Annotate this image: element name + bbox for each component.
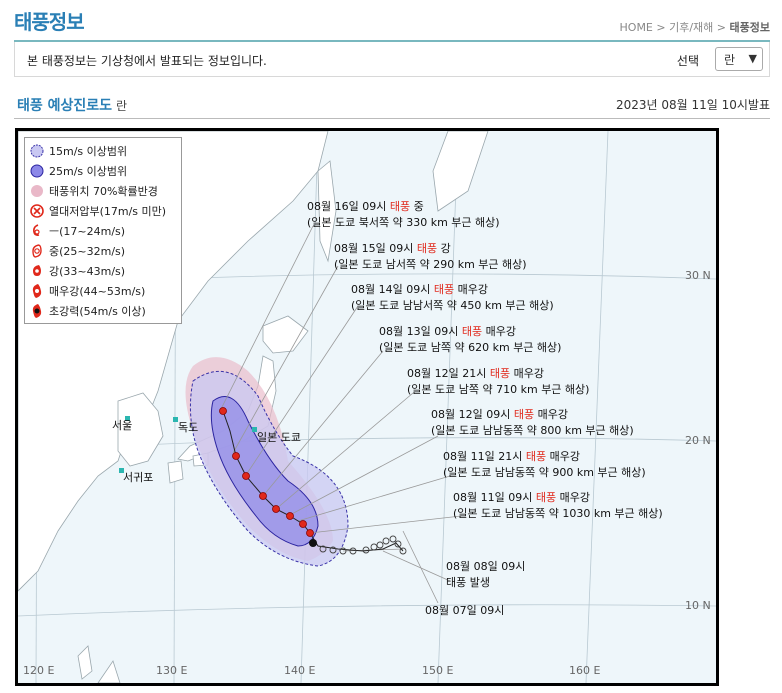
past-label-0807: 08월 07일 09시 bbox=[425, 604, 505, 617]
legend-label: 25m/s 이상범위 bbox=[49, 165, 128, 178]
breadcrumb: HOME > 기후/재해 > 태풍정보 bbox=[619, 21, 770, 34]
typhoon-very-strong-icon bbox=[32, 284, 42, 298]
typhoon-strong-icon bbox=[33, 265, 41, 276]
forecast-label-0813: 08월 13일 09시 태풍 매우강 (일본 도쿄 남쪽 약 620 km 부근… bbox=[379, 325, 562, 354]
legend-item-strong: 강(33~43m/s) bbox=[25, 261, 181, 281]
lon-label-120e: 120 E bbox=[23, 664, 55, 677]
circle-blue-icon bbox=[30, 164, 44, 178]
forecast-label-081121: 08월 11일 21시 태풍 매우강 (일본 도쿄 남남동쪽 약 900 km … bbox=[443, 450, 646, 479]
forecast-label-0814: 08월 14일 09시 태풍 매우강 (일본 도쿄 남남서쪽 약 450 km … bbox=[351, 283, 554, 312]
legend: 15m/s 이상범위 25m/s 이상범위 태풍위치 70%확률반경 열대저압부… bbox=[24, 137, 182, 324]
city-dokdo: 독도 bbox=[178, 421, 199, 434]
legend-label: 열대저압부(17m/s 미만) bbox=[49, 205, 167, 218]
circle-light-blue-icon bbox=[30, 144, 44, 158]
legend-label: 매우강(44~53m/s) bbox=[49, 285, 146, 298]
notice-box: 본 태풍정보는 기상청에서 발표되는 정보입니다. 선택 란 ▼ bbox=[14, 42, 770, 77]
legend-label: 중(25~32m/s) bbox=[49, 245, 126, 258]
forecast-label-081209: 08월 12일 09시 태풍 매우강 (일본 도쿄 남남동쪽 약 800 km … bbox=[431, 408, 634, 437]
city-seogwipo: 서귀포 bbox=[123, 471, 154, 484]
marker-081121 bbox=[299, 520, 307, 528]
notice-text: 본 태풍정보는 기상청에서 발표되는 정보입니다. bbox=[27, 54, 267, 68]
section-title: 태풍 예상진로도 란 bbox=[17, 95, 127, 115]
breadcrumb-climate[interactable]: 기후/재해 bbox=[669, 21, 713, 34]
typhoon-select-value: 란 bbox=[724, 53, 736, 67]
lat-label-30n: 30 N bbox=[685, 269, 711, 282]
past-label-0808: 08월 08일 09시 태풍 발생 bbox=[446, 560, 526, 589]
forecast-label-0816: 08월 16일 09시 태풍 중 (일본 도쿄 북서쪽 약 330 km 부근 … bbox=[307, 200, 500, 229]
legend-item-25ms: 25m/s 이상범위 bbox=[25, 161, 181, 181]
legend-label: 15m/s 이상범위 bbox=[49, 145, 128, 158]
lat-label-20n: 20 N bbox=[685, 434, 711, 447]
lon-label-140e: 140 E bbox=[284, 664, 316, 677]
typhoon-medium-icon bbox=[32, 244, 42, 258]
forecast-label-081109: 08월 11일 09시 태풍 매우강 (일본 도쿄 남남동쪽 약 1030 km… bbox=[453, 491, 663, 520]
legend-item-prob70: 태풍위치 70%확률반경 bbox=[25, 181, 181, 201]
marker-081109 bbox=[306, 529, 314, 537]
legend-label: 태풍위치 70%확률반경 bbox=[49, 185, 158, 198]
legend-label: ㅡ(17~24m/s) bbox=[49, 225, 126, 238]
section-title-text: 태풍 예상진로도 bbox=[17, 98, 113, 114]
chevron-down-icon: ▼ bbox=[748, 52, 757, 65]
typhoon-track-map: 15m/s 이상범위 25m/s 이상범위 태풍위치 70%확률반경 열대저압부… bbox=[15, 128, 719, 686]
typhoon-select-label: 선택 bbox=[676, 54, 699, 68]
section-divider bbox=[14, 118, 770, 119]
legend-item-td: 열대저압부(17m/s 미만) bbox=[25, 201, 181, 221]
circle-x-icon bbox=[30, 204, 44, 218]
legend-item-weak: ㅡ(17~24m/s) bbox=[25, 221, 181, 241]
marker-081221 bbox=[272, 505, 280, 513]
legend-item-super: 초강력(54m/s 이상) bbox=[25, 301, 181, 321]
forecast-label-0815: 08월 15일 09시 태풍 강 (일본 도쿄 남서쪽 약 290 km 부근 … bbox=[334, 242, 527, 271]
legend-item-medium: 중(25~32m/s) bbox=[25, 241, 181, 261]
forecast-label-081221: 08월 12일 21시 태풍 매우강 (일본 도쿄 남쪽 약 710 km 부근… bbox=[407, 367, 590, 396]
legend-item-very-strong: 매우강(44~53m/s) bbox=[25, 281, 181, 301]
lon-label-130e: 130 E bbox=[156, 664, 188, 677]
marker-current bbox=[309, 539, 317, 547]
typhoon-weak-icon bbox=[33, 224, 40, 236]
lat-label-10n: 10 N bbox=[685, 599, 711, 612]
marker-0814 bbox=[242, 472, 250, 480]
lon-label-150e: 150 E bbox=[422, 664, 454, 677]
city-tokyo: 일본 도쿄 bbox=[257, 431, 301, 444]
typhoon-super-icon bbox=[32, 304, 42, 318]
marker-0815 bbox=[232, 452, 240, 460]
page-title: 태풍정보 bbox=[14, 10, 85, 34]
marker-081209 bbox=[286, 512, 294, 520]
marker-0816 bbox=[219, 407, 227, 415]
typhoon-select[interactable]: 란 ▼ bbox=[715, 47, 763, 71]
lon-label-160e: 160 E bbox=[569, 664, 601, 677]
marker-0813 bbox=[259, 492, 267, 500]
announce-time: 2023년 08월 11일 10시발표 bbox=[615, 98, 770, 112]
breadcrumb-current: 태풍정보 bbox=[729, 21, 770, 34]
circle-pink-icon bbox=[31, 185, 43, 197]
legend-label: 강(33~43m/s) bbox=[49, 265, 126, 278]
legend-label: 초강력(54m/s 이상) bbox=[49, 305, 146, 318]
city-seoul: 서울 bbox=[112, 419, 133, 432]
legend-item-15ms: 15m/s 이상범위 bbox=[25, 141, 181, 161]
typhoon-name: 란 bbox=[116, 99, 128, 113]
breadcrumb-home[interactable]: HOME bbox=[620, 21, 653, 34]
